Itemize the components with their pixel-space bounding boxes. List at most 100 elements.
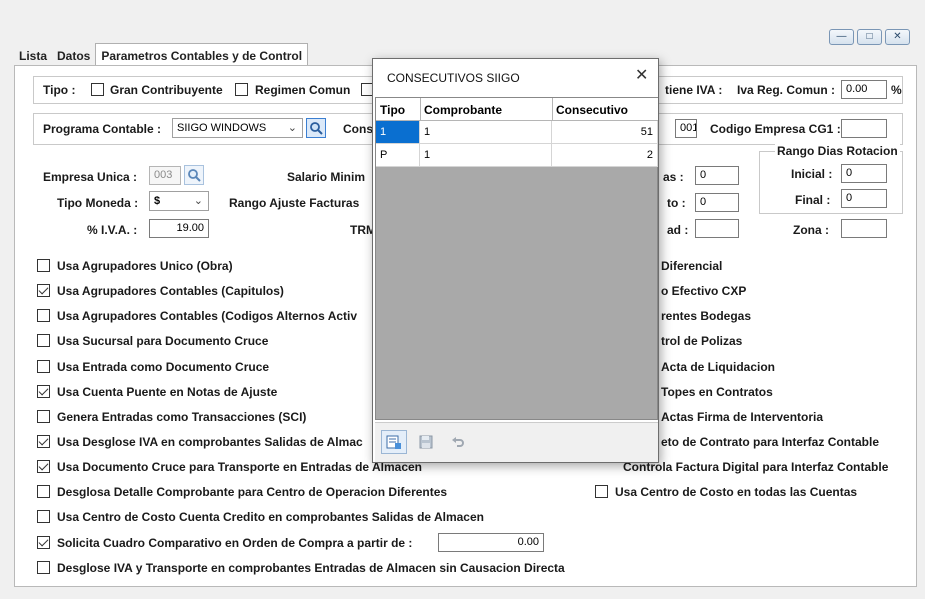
programa-contable-select[interactable]: SIIGO WINDOWS ⌄: [172, 118, 303, 138]
undo-button[interactable]: [445, 430, 471, 454]
tab-strip: Lista Datos Parametros Contables y de Co…: [14, 43, 309, 65]
to-field[interactable]: 0: [695, 193, 739, 212]
empresa-unica-label: Empresa Unica :: [43, 170, 138, 184]
rango-ajuste-label: Rango Ajuste Facturas: [229, 196, 360, 210]
genera-entradas-checkbox[interactable]: [37, 410, 50, 423]
usa-agrupadores-codigos-label: Usa Agrupadores Contables (Codigos Alter…: [57, 309, 358, 323]
tab-lista[interactable]: Lista: [14, 45, 52, 65]
desglose-iva-transporte-checkbox[interactable]: [37, 561, 50, 574]
desglosa-detalle-checkbox[interactable]: [37, 485, 50, 498]
gran-contribuyente-checkbox[interactable]: [91, 83, 104, 96]
search-programa-button[interactable]: [306, 118, 326, 138]
export-button[interactable]: [381, 430, 407, 454]
right-option-acta-liquidacion: Acta de Liquidacion: [661, 360, 776, 374]
usa-agrupadores-codigos-checkbox[interactable]: [37, 309, 50, 322]
cons-label: Cons: [343, 122, 373, 136]
dialog-title: CONSECUTIVOS SIIGO: [387, 71, 520, 85]
regimen-comun-checkbox[interactable]: [235, 83, 248, 96]
save-button[interactable]: [413, 430, 439, 454]
usa-desglose-iva-label: Usa Desglose IVA en comprobantes Salidas…: [57, 435, 363, 449]
title-bar: — □ ✕: [0, 0, 925, 45]
usa-sucursal-checkbox[interactable]: [37, 334, 50, 347]
tipo-moneda-select[interactable]: $ ⌄: [149, 191, 209, 211]
row-1-tipo[interactable]: 1: [376, 121, 420, 144]
iva-reg-comun-label: Iva Reg. Comun :: [737, 83, 836, 97]
zona-field[interactable]: [841, 219, 887, 238]
right-option-polizas: trol de Polizas: [661, 334, 743, 348]
right-option-efectivo-cxp: o Efectivo CXP: [661, 284, 747, 298]
solicita-cuadro-label: Solicita Cuadro Comparativo en Orden de …: [57, 536, 413, 550]
programa-contable-label: Programa Contable :: [43, 122, 162, 136]
search-icon: [188, 169, 201, 182]
undo-icon: [452, 437, 464, 447]
row-1-consecutivo[interactable]: 51: [552, 121, 658, 144]
usa-documento-cruce-transporte-label: Usa Documento Cruce para Transporte en E…: [57, 460, 422, 474]
regimen-comun-label: Regimen Comun: [255, 83, 351, 97]
dialog-close-button[interactable]: ✕: [635, 65, 648, 85]
desglose-iva-transporte-label: Desglose IVA y Transporte en comprobante…: [57, 561, 565, 575]
usa-entrada-checkbox[interactable]: [37, 360, 50, 373]
export-icon: [386, 435, 401, 449]
right-option-actas-firma: Actas Firma de Interventoria: [661, 410, 824, 424]
iva-reg-comun-field[interactable]: 0.00: [841, 80, 887, 99]
dias-field[interactable]: 0: [695, 166, 739, 185]
programa-contable-value: SIIGO WINDOWS: [177, 122, 267, 134]
column-header-comprobante[interactable]: Comprobante: [420, 98, 552, 121]
tipo-label: Tipo :: [43, 83, 76, 97]
row-2-consecutivo[interactable]: 2: [552, 144, 658, 167]
usa-cuenta-puente-checkbox[interactable]: [37, 385, 50, 398]
salario-minimo-label: Salario Minim: [287, 170, 366, 184]
usa-centro-costo-credito-label: Usa Centro de Costo Cuenta Credito en co…: [57, 510, 484, 524]
inicial-field[interactable]: 0: [841, 164, 887, 183]
usa-agrupadores-unico-label: Usa Agrupadores Unico (Obra): [57, 259, 233, 273]
final-label: Final :: [795, 193, 831, 207]
genera-entradas-label: Genera Entradas como Transacciones (SCI): [57, 410, 307, 424]
maximize-button[interactable]: □: [857, 29, 882, 45]
cons-field[interactable]: 001: [675, 119, 697, 138]
gran-contribuyente-label: Gran Contribuyente: [110, 83, 223, 97]
final-field[interactable]: 0: [841, 189, 887, 208]
usa-agrupadores-capitulos-checkbox[interactable]: [37, 284, 50, 297]
column-divider: [420, 98, 421, 121]
chevron-down-icon: ⌄: [193, 195, 203, 207]
codigo-cg1-field[interactable]: [841, 119, 887, 138]
empresa-unica-field[interactable]: 003: [149, 166, 181, 185]
usa-documento-cruce-transporte-checkbox[interactable]: [37, 460, 50, 473]
desglosa-detalle-label: Desglosa Detalle Comprobante para Centro…: [57, 485, 448, 499]
right-option-objeto-contrato: eto de Contrato para Interfaz Contable: [661, 435, 880, 449]
save-icon: [419, 435, 433, 449]
usa-centro-costo-todas-checkbox[interactable]: [595, 485, 608, 498]
usa-centro-costo-credito-checkbox[interactable]: [37, 510, 50, 523]
zona-label: Zona :: [793, 223, 829, 237]
ad-field[interactable]: [695, 219, 739, 238]
tab-parametros-contables[interactable]: Parametros Contables y de Control: [95, 43, 309, 65]
chevron-down-icon: ⌄: [287, 122, 297, 134]
dialog-toolbar: [375, 422, 658, 462]
tab-datos[interactable]: Datos: [52, 45, 95, 65]
usa-desglose-iva-checkbox[interactable]: [37, 435, 50, 448]
consecutivos-grid[interactable]: Tipo Comprobante Consecutivo 1 1 51 P 1 …: [375, 97, 658, 420]
cuadro-comparativo-field[interactable]: 0.00: [438, 533, 544, 552]
column-header-tipo[interactable]: Tipo: [376, 98, 420, 121]
right-option-diferencial: Diferencial: [661, 259, 723, 273]
maximize-icon: □: [866, 31, 873, 42]
close-window-button[interactable]: ✕: [885, 29, 910, 45]
usa-sucursal-label: Usa Sucursal para Documento Cruce: [57, 334, 269, 348]
usa-agrupadores-unico-checkbox[interactable]: [37, 259, 50, 272]
tipo-moneda-value: $: [154, 195, 161, 207]
right-option-factura-digital: Controla Factura Digital para Interfaz C…: [623, 460, 889, 474]
tipo-moneda-label: Tipo Moneda :: [57, 196, 139, 210]
row-2-comprobante[interactable]: 1: [420, 144, 552, 167]
usa-centro-costo-todas-label: Usa Centro de Costo en todas las Cuentas: [615, 485, 858, 499]
column-divider: [552, 98, 553, 121]
retiene-iva-label: tiene IVA :: [665, 83, 723, 97]
minimize-button[interactable]: —: [829, 29, 854, 45]
close-icon: ✕: [893, 31, 902, 42]
right-option-bodegas: rentes Bodegas: [661, 309, 752, 323]
iva-percent-field[interactable]: 19.00: [149, 219, 209, 238]
row-2-tipo[interactable]: P: [376, 144, 420, 167]
column-header-consecutivo[interactable]: Consecutivo: [552, 98, 658, 121]
row-1-comprobante[interactable]: 1: [420, 121, 552, 144]
search-empresa-button[interactable]: [184, 165, 204, 185]
solicita-cuadro-checkbox[interactable]: [37, 536, 50, 549]
